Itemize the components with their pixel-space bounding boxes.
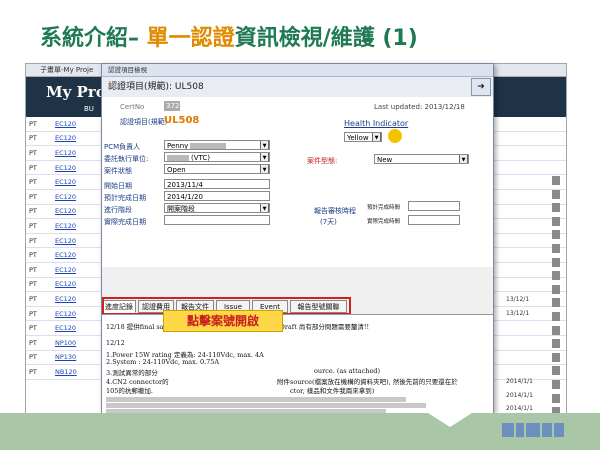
review-actual-field[interactable] [408,215,460,225]
agent-label: 委託執行單位: [104,155,149,163]
row-type: PT [26,320,52,336]
row-type: PT [26,350,52,366]
row-type: PT [26,160,52,176]
item-value: UL508 [164,115,200,126]
right-column-cell [506,201,566,215]
right-column-cell [506,364,566,378]
dialog-header-text: 認證項目(規範): UL508 [108,82,204,92]
row-type: PT [26,218,52,234]
chevron-down-icon[interactable]: ▼ [459,155,468,163]
item-label: 認證項目(規範) [120,118,168,126]
right-column-cell: 2014/1/1 [506,378,566,392]
cert-dialog: 認證項目檢視 認證項目(規範): UL508 ➜ CertNo 372 Last… [101,63,494,413]
planned-label: 預計完成日期 [104,194,146,202]
dialog-header: 認證項目(規範): UL508 ➜ [102,77,493,98]
health-dot [388,129,402,143]
stage-label: 進行階段 [104,206,132,214]
chevron-down-icon[interactable]: ▼ [260,204,269,212]
row-type: PT [26,204,52,220]
start-label: 開始日期 [104,182,132,190]
note-line: 105的抗郵撤加. [106,387,153,395]
row-type: PT [26,364,52,380]
chevron-down-icon[interactable]: ▼ [260,165,269,173]
review-plan-label: 預計完成時間 [367,205,401,211]
row-type: PT [26,247,52,263]
row-type: PT [26,189,52,205]
note-line: ctor, 樣品和文件我兩來拿到) [290,387,375,395]
row-type: PT [26,277,52,293]
cert-form: CertNo 372 Last updated: 2013/12/18 認證項目… [102,97,493,267]
dialog-caption: 認證項目檢視 [102,64,493,77]
right-column-cell [506,188,566,202]
review-plan-field[interactable] [408,201,460,211]
status-select[interactable]: Open ▼ [164,164,270,174]
right-column: 13/12/113/12/12014/1/12014/1/12014/1/120… [506,174,566,414]
row-type: PT [26,262,52,278]
note-line: 2.System : 24-110Vdc, max. 0.75A [106,358,220,366]
exit-icon[interactable]: ➜ [471,78,491,96]
row-type: PT [26,233,52,249]
row-type: PT [26,335,52,351]
cert-no-label: CertNo [120,103,145,111]
chevron-down-icon[interactable]: ▼ [260,141,269,149]
company-logo [502,423,564,437]
right-column-cell [506,242,566,256]
right-column-cell [506,256,566,270]
slide-title: 系統介紹– 單一認證資訊檢視/維護 (1) [40,26,418,51]
right-column-cell: 2014/1/1 [506,392,566,406]
right-column-cell [506,174,566,188]
pcm-label: PCM負責人 [104,143,141,151]
review-label: 報告審核時程 [314,207,356,215]
last-updated: Last updated: 2013/12/18 [374,103,465,111]
row-type: PT [26,117,52,132]
blurred-text [106,397,406,402]
right-column-cell [506,337,566,351]
start-field[interactable]: 2013/11/4 [164,179,270,189]
row-type: PT [26,291,52,307]
pcm-select[interactable]: Penny ▼ [164,140,270,150]
background-header-sub: BU [84,105,94,113]
health-select[interactable]: Yellow ▼ [344,132,382,142]
right-column-cell [506,283,566,297]
right-column-cell [506,324,566,338]
type-select[interactable]: New ▼ [374,154,469,164]
actual-label: 實際完成日期 [104,218,146,226]
type-label: 案件型態: [307,157,338,165]
row-type: PT [26,145,52,161]
blurred-text [106,403,426,408]
footer-notch [428,413,472,427]
note-line: ource. (as attached) [314,367,380,375]
right-column-cell [506,228,566,242]
chevron-down-icon[interactable]: ▼ [372,133,381,141]
row-type: PT [26,174,52,190]
right-column-cell [506,215,566,229]
right-column-cell: 13/12/1 [506,310,566,324]
agent-select[interactable]: (VTC) ▼ [164,152,270,162]
click-case-callout: 點擊案號開啟 [163,310,283,332]
status-label: 案件狀態 [104,167,132,175]
progress-notes[interactable]: 12/18 提供final sample 以及L型connector, 更新la… [102,314,493,413]
right-column-cell [506,351,566,365]
row-type: PT [26,131,52,147]
chevron-down-icon[interactable]: ▼ [260,153,269,161]
stage-select[interactable]: 開案階段 ▼ [164,203,270,213]
actual-field[interactable] [164,215,270,225]
note-line: 12/12 [106,339,125,347]
row-type: PT [26,306,52,322]
right-column-cell [506,269,566,283]
right-column-cell: 13/12/1 [506,296,566,310]
cert-no-value: 372 [164,101,180,111]
planned-field[interactable]: 2014/1/20 [164,191,270,201]
review-days: (7天) [320,218,337,226]
health-label: Health Indicator [344,119,409,128]
review-actual-label: 實際完成時間 [367,219,401,225]
